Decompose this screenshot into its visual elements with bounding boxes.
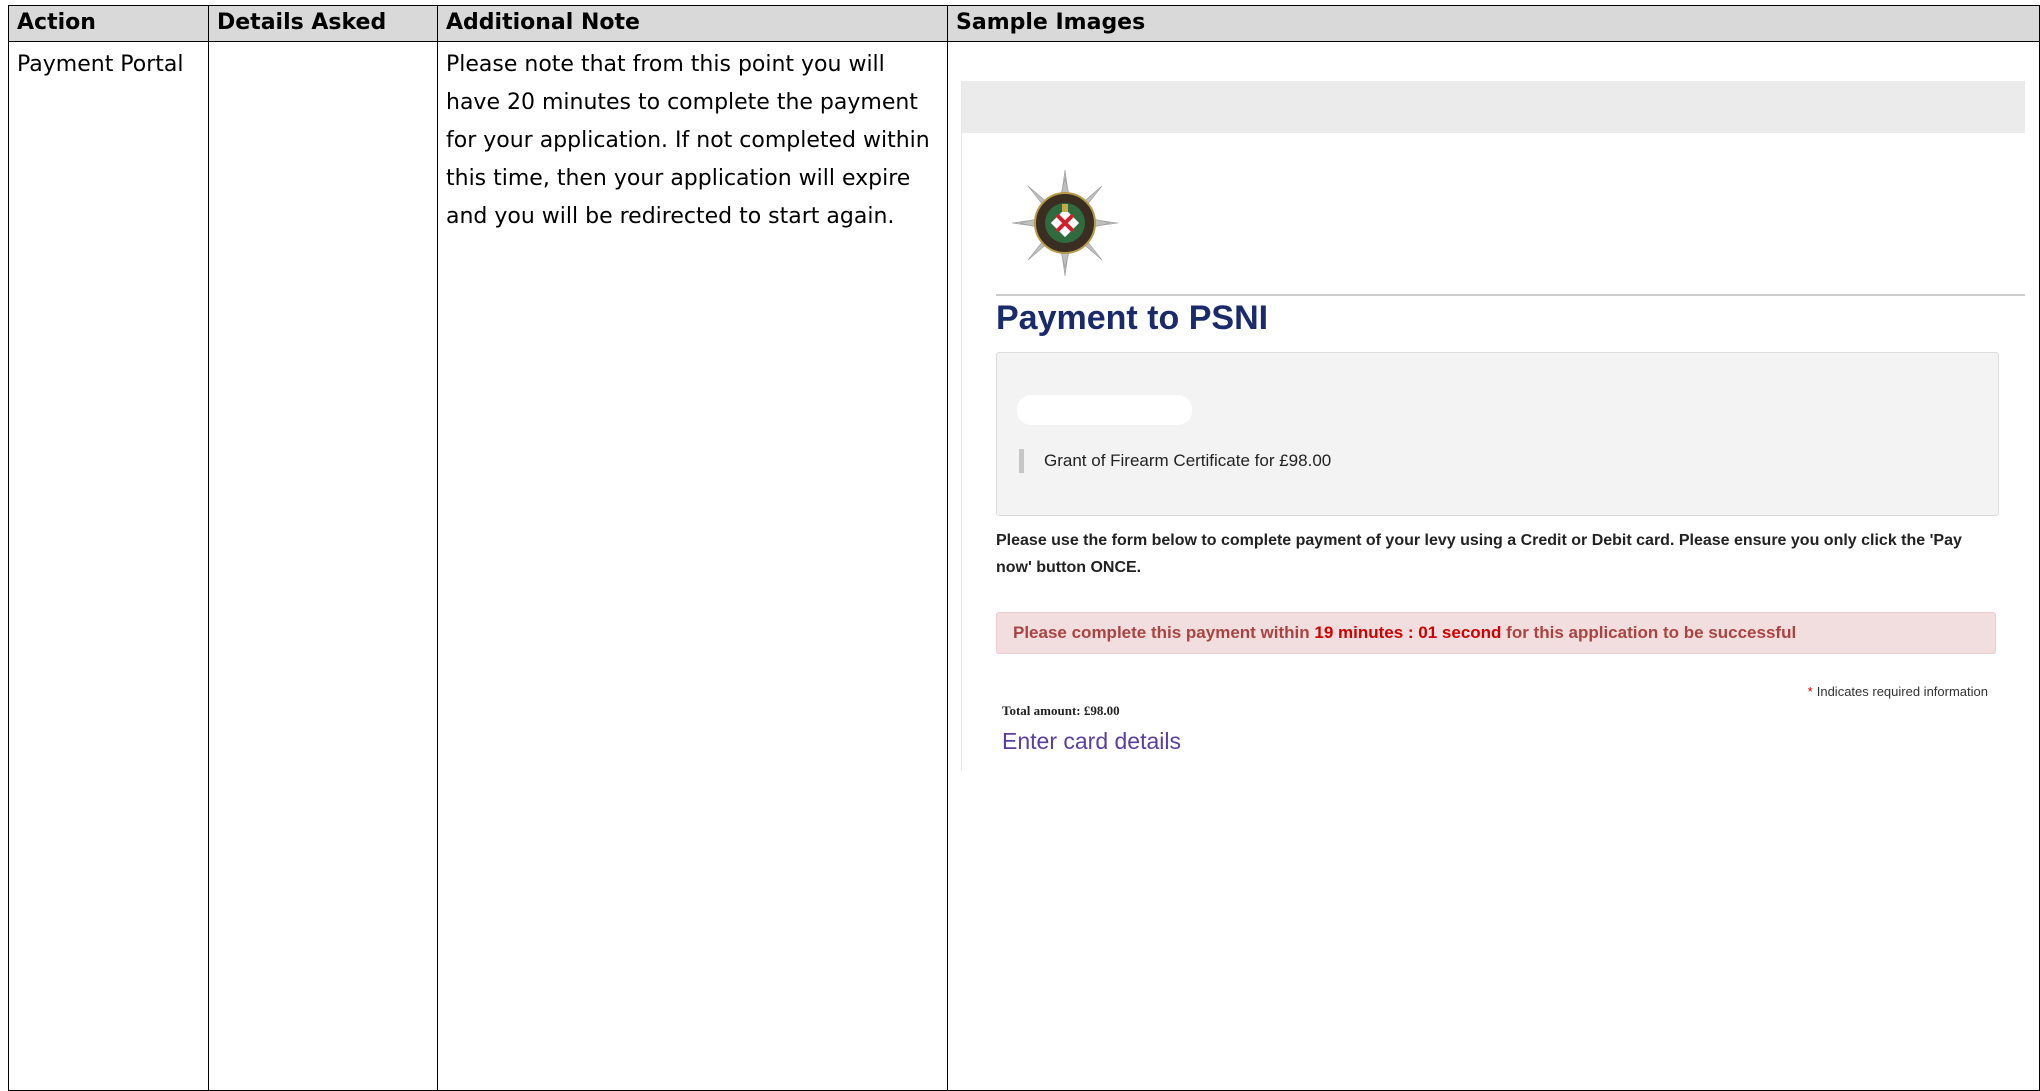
note-line: this time, then your application will ex…	[446, 166, 911, 191]
psni-crest-icon	[1011, 169, 1119, 277]
payment-page-screenshot: Payment to PSNI Grant of Firearm Certifi…	[961, 81, 2025, 771]
table-row: Payment Portal Please note that from thi…	[8, 41, 2040, 1091]
header-additional-note: Additional Note	[437, 5, 948, 42]
enter-card-details-heading: Enter card details	[1002, 728, 1181, 754]
required-star: *	[1807, 684, 1813, 699]
details-cell	[208, 41, 438, 1091]
redacted-text	[1017, 395, 1192, 425]
payment-instructions: Please use the form below to complete pa…	[996, 532, 1962, 576]
total-amount: Total amount: £98.00	[1002, 703, 1120, 718]
timer-suffix: for this application to be successful	[1501, 623, 1797, 642]
action-cell: Payment Portal	[8, 41, 209, 1091]
required-info-note: * Indicates required information	[1808, 684, 1988, 699]
time-remaining: 19 minutes : 01 second	[1314, 623, 1502, 642]
header-details-asked: Details Asked	[208, 5, 438, 42]
guide-table: Action Details Asked Additional Note Sam…	[8, 5, 2040, 1091]
header-sample-images: Sample Images	[947, 5, 2040, 42]
page-title: Payment to PSNI	[996, 299, 1269, 337]
action-text: Payment Portal	[17, 52, 184, 77]
note-cell: Please note that from this point you wil…	[437, 41, 948, 1091]
required-note-text: Indicates required information	[1816, 684, 1988, 699]
top-bar	[962, 81, 2025, 133]
timer-prefix: Please complete this payment within	[1013, 623, 1315, 642]
header-action: Action	[8, 5, 209, 42]
summary-box: Grant of Firearm Certificate for £98.00	[996, 352, 1999, 516]
divider	[996, 294, 2025, 296]
summary-item: Grant of Firearm Certificate for £98.00	[1019, 449, 1331, 473]
timer-alert: Please complete this payment within 19 m…	[996, 612, 1996, 654]
note-line: for your application. If not completed w…	[446, 128, 930, 153]
note-line: and you will be redirected to start agai…	[446, 204, 895, 229]
header-row: Action Details Asked Additional Note Sam…	[8, 5, 2040, 42]
note-line: Please note that from this point you wil…	[446, 52, 885, 77]
note-line: have 20 minutes to complete the payment	[446, 90, 918, 115]
sample-image-cell: Payment to PSNI Grant of Firearm Certifi…	[947, 41, 2040, 1091]
